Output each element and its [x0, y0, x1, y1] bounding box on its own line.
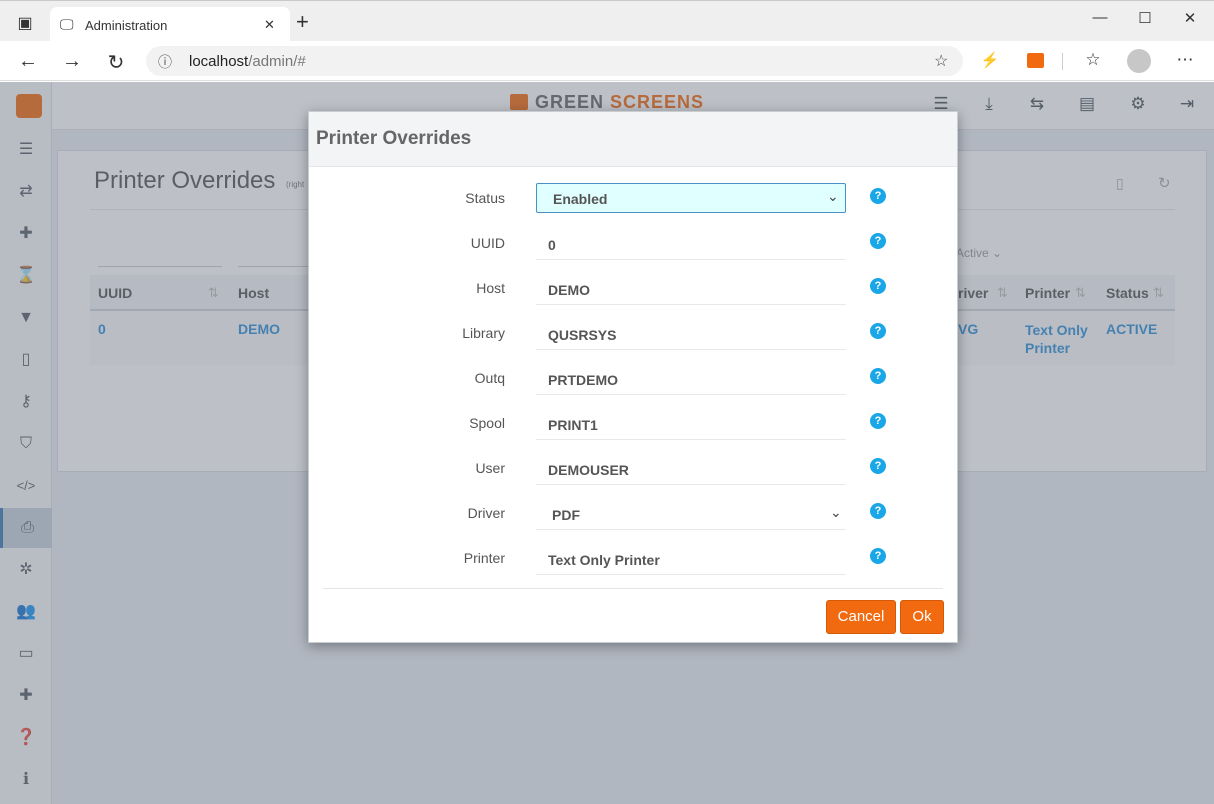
field-row-user: User DEMOUSER ? [309, 453, 957, 498]
library-label: Library [462, 325, 505, 341]
browser-tab-bar: ▣ 🖵 Administration ✕ + — ☐ ✕ [0, 0, 1214, 43]
status-help-icon[interactable]: ? [870, 188, 886, 204]
uuid-label: UUID [470, 235, 505, 251]
new-tab-button[interactable]: + [296, 9, 309, 35]
driver-select[interactable]: PDF ⌄ [536, 498, 846, 530]
browser-tab[interactable]: 🖵 Administration ✕ [50, 7, 290, 43]
status-label: Status [465, 190, 505, 206]
driver-label: Driver [467, 505, 505, 521]
outq-label: Outq [474, 370, 505, 386]
field-row-uuid: UUID 0 ? [309, 228, 957, 273]
url-path: /admin/# [248, 53, 306, 70]
dialog-header: Printer Overrides [309, 112, 957, 167]
user-help-icon[interactable]: ? [870, 458, 886, 474]
toolbar-divider [1062, 53, 1063, 70]
printer-label: Printer [463, 550, 505, 566]
url-field[interactable]: ⓘ localhost/admin/# ☆ [146, 46, 963, 76]
outq-field[interactable]: PRTDEMO [536, 363, 846, 395]
maximize-button[interactable]: ☐ [1130, 9, 1160, 27]
add-favorite-icon[interactable]: ☆ [934, 51, 948, 71]
address-bar: ← → ↻ ⓘ localhost/admin/# ☆ ⚡ ☆ ⋯ [0, 41, 1214, 81]
field-row-library: Library QUSRSYS ? [309, 318, 957, 363]
ok-button[interactable]: Ok [900, 600, 944, 634]
close-window-button[interactable]: ✕ [1175, 9, 1205, 27]
back-icon[interactable]: ← [16, 50, 40, 73]
printer-field[interactable]: Text Only Printer [536, 543, 846, 575]
outq-help-icon[interactable]: ? [870, 368, 886, 384]
tab-actions-icon[interactable]: ▣ [13, 13, 37, 33]
uuid-help-icon[interactable]: ? [870, 233, 886, 249]
host-field[interactable]: DEMO [536, 273, 846, 305]
user-label: User [475, 460, 505, 476]
spool-label: Spool [469, 415, 505, 431]
field-row-printer: Printer Text Only Printer ? [309, 543, 957, 588]
field-row-driver: Driver PDF ⌄ ? [309, 498, 957, 543]
host-label: Host [476, 280, 505, 296]
spool-field[interactable]: PRINT1 [536, 408, 846, 440]
user-field[interactable]: DEMOUSER [536, 453, 846, 485]
host-help-icon[interactable]: ? [870, 278, 886, 294]
minimize-button[interactable]: — [1085, 9, 1115, 26]
library-help-icon[interactable]: ? [870, 323, 886, 339]
footer-divider [323, 588, 943, 589]
dialog-title: Printer Overrides [316, 128, 472, 149]
more-menu-icon[interactable]: ⋯ [1173, 50, 1197, 70]
tab-close-icon[interactable]: ✕ [264, 17, 275, 33]
url-text: localhost/admin/# [189, 53, 306, 70]
status-value: Enabled [553, 191, 608, 207]
profile-avatar[interactable] [1127, 49, 1151, 73]
field-row-host: Host DEMO ? [309, 273, 957, 318]
library-field[interactable]: QUSRSYS [536, 318, 846, 350]
spool-help-icon[interactable]: ? [870, 413, 886, 429]
field-row-spool: Spool PRINT1 ? [309, 408, 957, 453]
printer-help-icon[interactable]: ? [870, 548, 886, 564]
field-row-status: Status Enabled ⌄ ? [309, 183, 957, 228]
url-host: localhost [189, 53, 249, 70]
chevron-down-icon: ⌄ [830, 504, 842, 520]
tab-title: Administration [85, 18, 168, 33]
favorites-icon[interactable]: ☆ [1081, 50, 1105, 70]
printer-overrides-dialog: Printer Overrides Status Enabled ⌄ ? UUI… [308, 111, 958, 643]
info-icon[interactable]: ⓘ [158, 52, 172, 72]
extension-icon[interactable]: ⚡ [978, 51, 1002, 69]
chevron-down-icon: ⌄ [827, 188, 839, 204]
driver-value: PDF [552, 507, 580, 523]
monitor-icon: 🖵 [60, 16, 74, 32]
driver-help-icon[interactable]: ? [870, 503, 886, 519]
uuid-field[interactable]: 0 [536, 228, 846, 260]
field-row-outq: Outq PRTDEMO ? [309, 363, 957, 408]
status-select[interactable]: Enabled ⌄ [536, 183, 846, 213]
cancel-button[interactable]: Cancel [826, 600, 896, 634]
forward-icon[interactable]: → [60, 50, 84, 73]
refresh-icon[interactable]: ↻ [104, 50, 128, 75]
greenscreens-extension-icon[interactable] [1027, 53, 1044, 68]
